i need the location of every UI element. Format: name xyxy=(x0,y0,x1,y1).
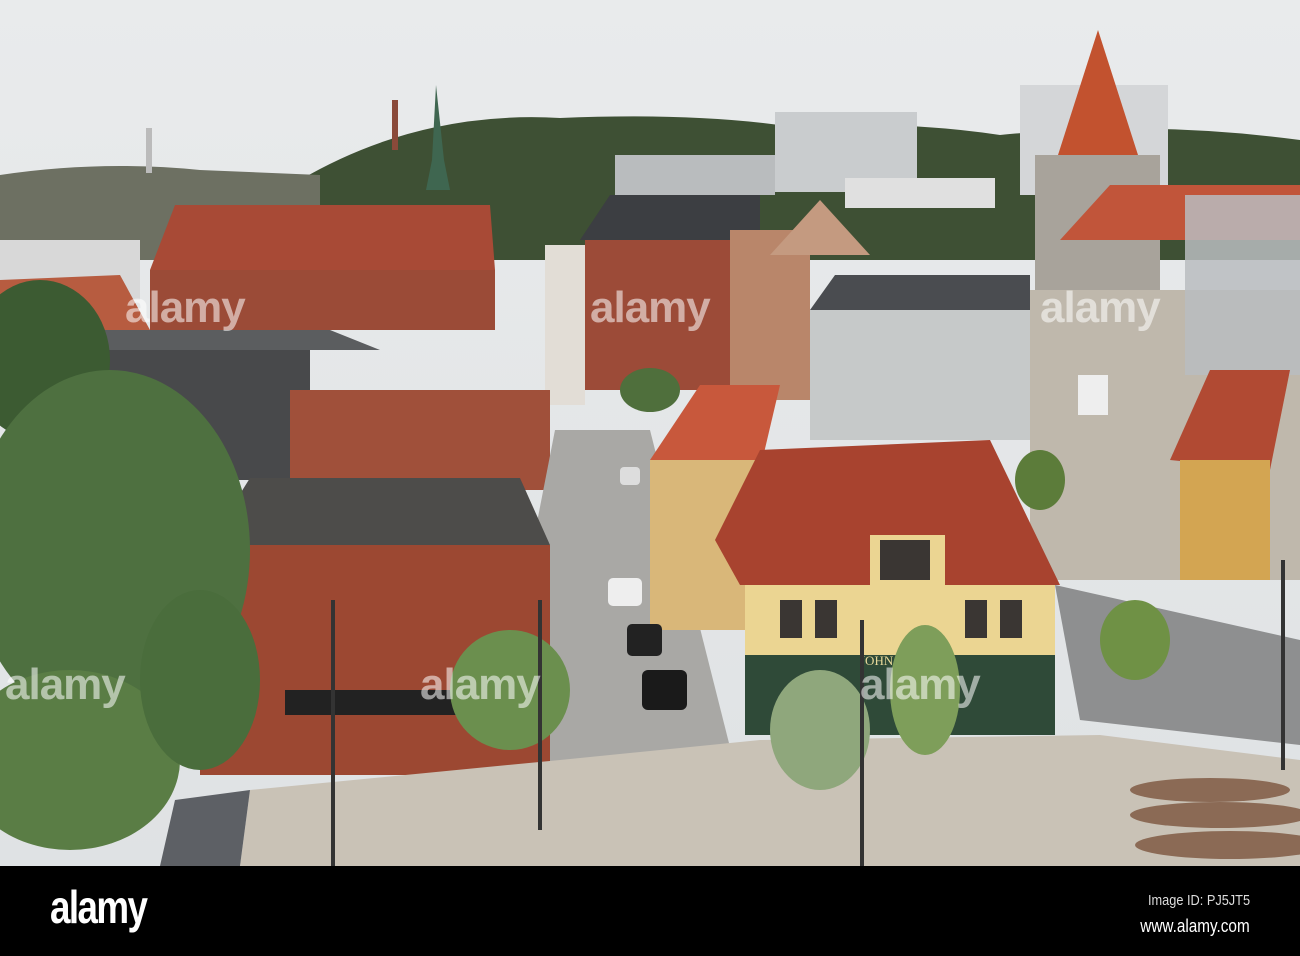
timber-house xyxy=(1180,460,1270,580)
building xyxy=(545,245,585,405)
banner xyxy=(1078,375,1108,415)
gabled-building xyxy=(730,230,810,400)
chimney xyxy=(392,100,398,150)
brick-wall xyxy=(290,390,550,490)
grey-building xyxy=(810,310,1030,440)
city-street-photo: JOHN B xyxy=(0,0,1300,866)
roof xyxy=(150,205,495,270)
footer-bar: alamy Image ID: PJ5JT5 www.alamy.com xyxy=(0,866,1300,956)
awning xyxy=(285,690,465,715)
scaffolding xyxy=(1185,195,1300,375)
alamy-logo[interactable]: alamy xyxy=(50,880,148,934)
website-link[interactable]: www.alamy.com xyxy=(1141,916,1250,937)
roof xyxy=(80,330,380,350)
stock-photo-page: JOHN B alamy alamy alamy alamy alamy ala… xyxy=(0,0,1300,956)
roof xyxy=(810,275,1030,310)
roof xyxy=(205,478,550,550)
brick-building xyxy=(585,240,730,390)
building xyxy=(845,178,995,208)
tv-tower xyxy=(146,128,152,173)
fountain xyxy=(1130,778,1300,859)
image-id: Image ID: PJ5JT5 xyxy=(1147,892,1250,909)
office-building xyxy=(615,155,775,195)
brick-building xyxy=(150,270,495,330)
